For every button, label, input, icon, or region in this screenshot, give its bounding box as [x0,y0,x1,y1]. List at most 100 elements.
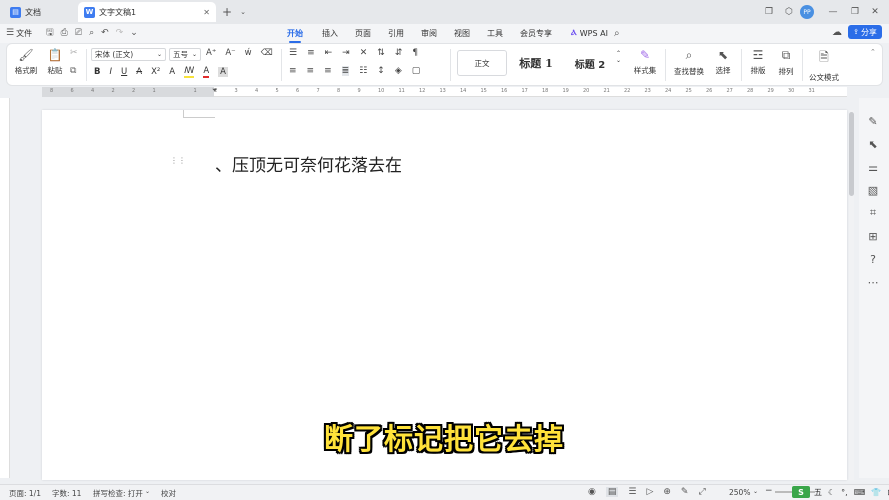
save-icon[interactable]: 🖫 [46,25,54,41]
more-icon[interactable]: ⋯ [866,275,880,289]
decrease-indent-icon[interactable]: ⇤ [325,48,333,58]
asian-layout-icon[interactable]: ✕ [360,48,368,58]
chevron-down-icon[interactable]: ⌄ [236,5,250,19]
eye-icon[interactable]: ◉ [588,487,596,497]
chevron-down-icon[interactable]: ⌄ [130,28,138,38]
font-size-select[interactable]: 五号 ⌄ [169,48,201,61]
pointer-icon[interactable]: ⬉ [866,137,880,151]
adjust-icon[interactable]: ⚌ [866,160,880,174]
undo-icon[interactable]: ↶ [101,28,109,38]
arrange-button[interactable]: ⧉ 排列 [774,48,798,77]
skin-icon[interactable]: 👕 [871,488,881,497]
file-menu[interactable]: ☰ 文件 [6,26,32,40]
superscript-icon[interactable]: X² [151,67,160,77]
typesetting-button[interactable]: ☲ 排版 [746,48,770,76]
zoom-level[interactable]: 250% [729,488,750,497]
tab-view[interactable]: 视图 [454,26,470,40]
bold-icon[interactable]: B [94,67,100,77]
scrollbar-thumb[interactable] [849,112,854,196]
collapse-ribbon-icon[interactable]: ⌃ [870,48,876,56]
clear-format-icon[interactable]: ⌫ [261,48,273,58]
spell-check[interactable]: 拼写检查: 打开 [93,488,143,499]
proofread[interactable]: 校对 [161,488,176,499]
edit-icon[interactable]: ✎ [681,487,689,497]
text-direction-icon[interactable]: ⇅ [377,48,385,58]
fit-icon[interactable]: ⤢ [698,487,705,497]
line-spacing-icon[interactable]: ↕ [377,66,385,76]
paste-button[interactable]: 📋 粘贴 [42,48,68,76]
style-normal[interactable]: 正文 [457,50,507,76]
ime-mode-icon[interactable]: 五 [814,487,822,498]
print-icon[interactable]: ⎚ [75,28,82,38]
redo-icon[interactable]: ↷ [116,28,124,38]
char-shading-icon[interactable]: A [218,67,228,77]
wps-ai-button[interactable]: Ⲁ WPS AI [571,26,608,40]
close-window-icon[interactable]: ✕ [868,5,882,19]
page-count[interactable]: 页面: 1/1 [9,488,41,499]
outline-view-icon[interactable]: ☰ [628,487,636,497]
find-replace-button[interactable]: ⌕ 查找替换 [671,48,707,77]
share-button[interactable]: ⇪ 分享 [848,25,882,39]
font-color-icon[interactable]: A [203,66,210,78]
highlight-icon[interactable]: ꟿ [184,66,195,78]
punct-icon[interactable]: °, [841,488,848,497]
keyboard-icon[interactable]: ⌨ [854,488,866,497]
style-heading1[interactable]: 标题 1 [510,50,562,76]
page-view-icon[interactable]: ▤ [605,487,619,497]
avatar[interactable]: PP [800,5,814,19]
style-set-button[interactable]: ✎ 样式集 [630,48,660,76]
tab-insert[interactable]: 插入 [322,26,338,40]
chevron-down-icon[interactable]: ⌄ [145,488,150,495]
tab-documents[interactable]: ▤ 文档 [4,2,76,22]
bullet-list-icon[interactable]: ☰ [289,48,297,58]
phonetic-icon[interactable]: ẃ [245,48,252,58]
window-layout-icon[interactable]: ❐ [762,5,776,19]
crop-icon[interactable]: ⌗ [866,206,880,220]
italic-icon[interactable]: I [109,67,112,77]
help-icon[interactable]: ? [866,252,880,266]
align-left-icon[interactable]: ≡ [289,66,297,76]
horizontal-ruler[interactable]: ⏷ 8 6 4 2 2 1 1 2 3 4 5 6 7 8 9 10 11 12 13 14 15 16 17 18 19 20 2… [42,86,847,97]
official-mode-button[interactable]: 🗎 公文模式 [808,48,840,83]
show-marks-icon[interactable]: ¶ [412,48,418,58]
select-button[interactable]: ⬉ 选择 [710,48,736,76]
distributed-icon[interactable]: ☷ [359,66,367,76]
play-icon[interactable]: ▷ [646,487,653,497]
tab-member[interactable]: 会员专享 [520,26,552,40]
book-icon[interactable]: ⊞ [866,229,880,243]
align-right-icon[interactable]: ≡ [324,66,332,76]
strikethrough-icon[interactable]: A [136,67,142,77]
align-center-icon[interactable]: ≡ [307,66,315,76]
justify-icon[interactable]: ≣ [341,66,350,76]
minimize-icon[interactable]: — [826,5,840,19]
drag-handle-icon[interactable]: ⋮⋮ [170,156,186,165]
tab-home[interactable]: 开始 [287,26,303,43]
border-icon[interactable]: ▢ [412,66,421,76]
format-painter-button[interactable]: 🖌 格式刷 [13,48,39,76]
tab-page[interactable]: 页面 [355,26,371,40]
underline-icon[interactable]: U [121,67,127,77]
shading-icon[interactable]: ◈ [395,66,402,76]
input-method-icon[interactable]: S [792,486,810,498]
close-icon[interactable]: ✕ [203,8,210,17]
tab-tools[interactable]: 工具 [487,26,503,40]
tab-references[interactable]: 引用 [388,26,404,40]
tab-word-doc[interactable]: W 文字文稿1 ✕ [78,2,216,22]
text-effect-icon[interactable]: A [169,67,175,77]
copy-icon[interactable]: ⧉ [70,66,76,76]
cloud-icon[interactable]: ☁ [832,27,842,38]
moon-icon[interactable]: ☾ [828,488,835,497]
zoom-out-icon[interactable]: − [765,486,773,496]
tab-review[interactable]: 审阅 [421,26,437,40]
restore-icon[interactable]: ❐ [848,5,862,19]
numbered-list-icon[interactable]: ≡ [307,48,315,58]
shrink-font-icon[interactable]: A⁻ [225,48,235,58]
document-text[interactable]: 、压顶无可奈何花落去在 [215,151,402,176]
export-pdf-icon[interactable]: ⎙ [61,28,68,38]
image-icon[interactable]: ▧ [866,183,880,197]
word-count[interactable]: 字数: 11 [52,488,81,499]
pen-icon[interactable]: ✎ [866,114,880,128]
styles-scroll[interactable]: ⌃ ⌄ [616,50,621,64]
sort-icon[interactable]: ⇵ [395,48,403,58]
print-preview-icon[interactable]: ⌕ [89,28,94,38]
